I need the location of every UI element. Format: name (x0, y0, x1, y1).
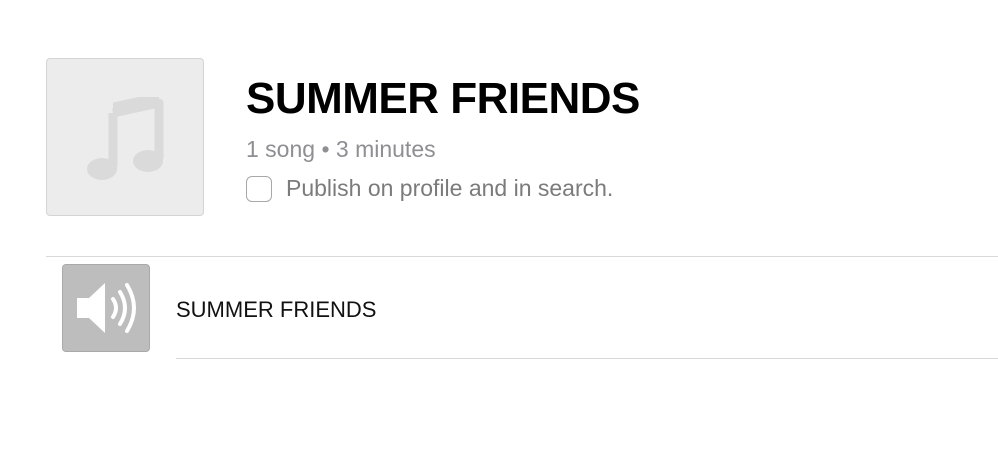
publish-label[interactable]: Publish on profile and in search. (286, 175, 613, 202)
publish-option[interactable]: Publish on profile and in search. (246, 175, 613, 202)
playlist-page: SUMMER FRIENDS 1 song • 3 minutes Publis… (0, 0, 998, 458)
music-note-icon (87, 97, 164, 180)
speaker-icon (77, 283, 136, 333)
publish-checkbox[interactable] (246, 175, 272, 202)
playlist-meta: 1 song • 3 minutes (246, 136, 436, 162)
playlist-artwork[interactable] (46, 58, 204, 216)
track-artwork[interactable] (62, 264, 150, 352)
track-title[interactable]: SUMMER FRIENDS (176, 297, 376, 323)
track-row[interactable]: SUMMER FRIENDS (46, 257, 998, 359)
track-row-divider (176, 358, 998, 359)
playlist-title: SUMMER FRIENDS (246, 74, 640, 123)
